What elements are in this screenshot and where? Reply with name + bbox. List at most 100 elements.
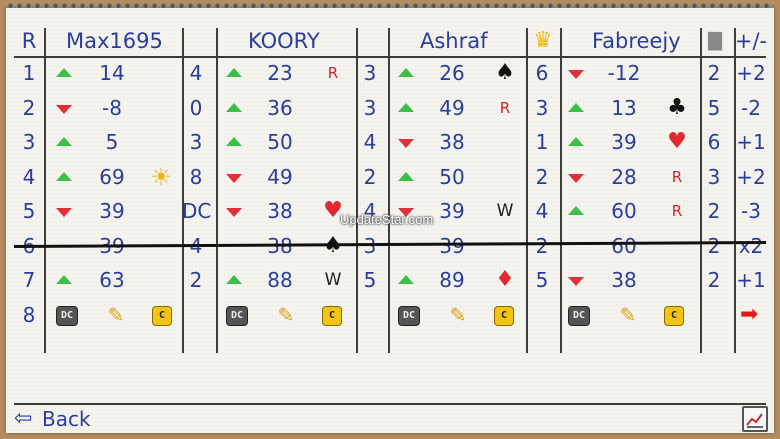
player-score: 13	[611, 95, 637, 120]
down-arrow-icon	[226, 208, 242, 217]
down-arrow-icon	[568, 277, 584, 286]
round-plusminus: -3	[741, 199, 761, 223]
bid-value: 6	[535, 61, 549, 85]
up-arrow-icon	[568, 206, 584, 215]
bid-value: 6	[707, 130, 721, 154]
bid-value: 2	[707, 233, 721, 258]
dc-button[interactable]: DC	[398, 305, 420, 326]
c-button[interactable]: C	[664, 305, 684, 326]
round-plusminus: +2	[736, 61, 766, 85]
player-score: 88	[267, 268, 293, 292]
player-score: 50	[439, 164, 465, 189]
player-score: -12	[607, 61, 641, 85]
dc-button[interactable]: DC	[226, 305, 248, 326]
round-number: 1	[22, 61, 36, 85]
up-arrow-icon	[398, 102, 414, 112]
up-arrow-icon	[226, 68, 242, 77]
player-score: 89	[439, 268, 465, 292]
graph-icon[interactable]	[742, 406, 768, 432]
player-name: Max1695	[66, 29, 163, 53]
round-number: 3	[22, 130, 36, 154]
bid-value: 2	[535, 233, 549, 258]
up-arrow-icon	[56, 171, 72, 181]
player-score: 50	[267, 130, 293, 154]
round-plusminus: +1	[736, 268, 766, 292]
heart-icon: ♥	[667, 129, 687, 154]
bid-value: 5	[707, 95, 721, 120]
r-mark: R	[671, 202, 683, 220]
bid-value: 3	[363, 61, 377, 85]
c-button[interactable]: C	[322, 305, 342, 326]
round-number: 7	[22, 268, 36, 292]
bid-value: 2	[535, 164, 549, 189]
top-hat-icon: ▇	[708, 30, 722, 51]
column-divider	[216, 28, 218, 353]
c-button[interactable]: C	[494, 305, 514, 326]
up-arrow-icon	[398, 171, 414, 181]
bid-value: 2	[189, 268, 203, 292]
player-score: 49	[439, 95, 465, 120]
up-arrow-icon	[398, 275, 414, 284]
player-score: 23	[267, 61, 293, 85]
bid-value: 3	[535, 95, 549, 120]
pencil-icon[interactable]: ✎	[616, 303, 640, 327]
player-score: 69	[99, 164, 125, 189]
down-arrow-icon	[56, 104, 72, 114]
plusminus-header: +/-	[734, 29, 768, 53]
crown-icon: ♛	[533, 28, 553, 53]
player-score: 36	[267, 95, 293, 120]
player-score: 49	[267, 164, 293, 189]
bid-value: 5	[535, 268, 549, 292]
bid-value: 2	[707, 61, 721, 85]
up-arrow-icon	[56, 68, 72, 77]
dc-button[interactable]: DC	[568, 305, 590, 326]
round-plusminus: -2	[741, 95, 761, 120]
bid-value: 8	[189, 164, 203, 189]
up-arrow-icon	[568, 102, 584, 112]
player-score: 5	[105, 130, 119, 154]
down-arrow-icon	[226, 173, 242, 183]
up-arrow-icon	[56, 137, 72, 146]
round-plusminus: +2	[736, 164, 766, 189]
bid-value: 3	[189, 130, 203, 154]
c-button[interactable]: C	[152, 305, 172, 326]
w-mark: W	[496, 201, 514, 221]
round-number: 8	[22, 302, 36, 327]
round-number: 4	[22, 164, 36, 189]
club-icon: ♣	[667, 94, 687, 120]
footer-divider	[14, 403, 766, 405]
player-score: -8	[102, 95, 122, 120]
round-plusminus: x2	[738, 233, 764, 258]
player-score: 60	[611, 233, 637, 258]
bid-value: 2	[707, 199, 721, 223]
round-number: 2	[22, 95, 36, 120]
r-mark: R	[671, 167, 683, 186]
bid-value: 3	[707, 164, 721, 189]
round-header: R	[21, 29, 37, 53]
up-arrow-icon	[398, 68, 414, 77]
pencil-icon[interactable]: ✎	[274, 303, 298, 327]
back-arrow-icon[interactable]: ⇦	[14, 406, 32, 432]
diamond-icon: ♦	[495, 267, 515, 292]
down-arrow-icon	[568, 70, 584, 79]
pencil-icon[interactable]: ✎	[446, 303, 470, 327]
pencil-icon[interactable]: ✎	[104, 303, 128, 327]
dc-button[interactable]: DC	[56, 305, 78, 326]
bid-value: 2	[707, 268, 721, 292]
down-arrow-icon	[398, 139, 414, 148]
round-number: 5	[22, 199, 36, 223]
up-arrow-icon	[56, 275, 72, 284]
up-arrow-icon	[568, 137, 584, 146]
next-arrow-icon[interactable]: ➡	[740, 302, 758, 328]
watermark: UpdateStar.com	[340, 212, 434, 227]
up-arrow-icon	[226, 102, 242, 112]
down-arrow-icon	[568, 173, 584, 183]
player-score: 38	[267, 199, 293, 223]
back-button[interactable]: Back	[42, 406, 91, 432]
sun-icon: ☀	[150, 162, 172, 191]
bid-value: DC	[182, 199, 212, 223]
player-name: KOORY	[248, 29, 320, 53]
w-mark: W	[324, 270, 342, 290]
bid-value: 4	[363, 130, 377, 154]
up-arrow-icon	[226, 275, 242, 284]
